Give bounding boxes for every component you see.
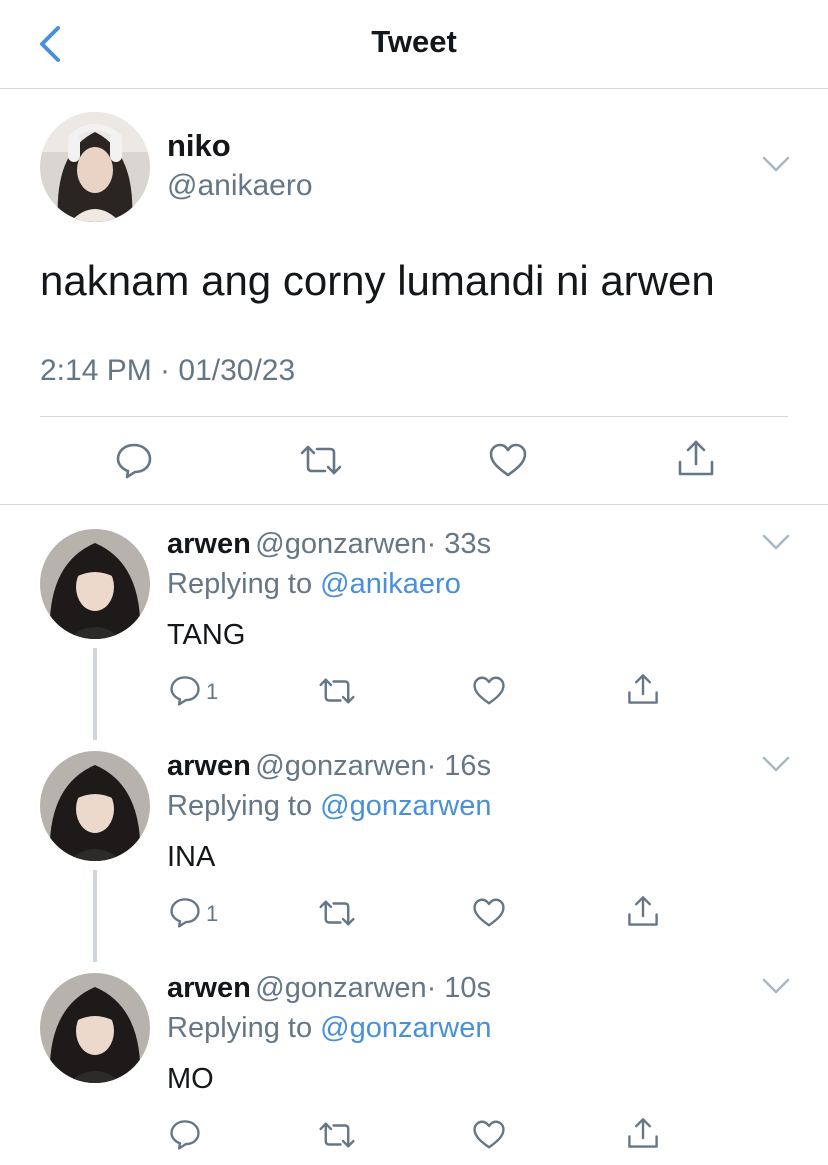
retweet-icon[interactable] [318, 1120, 356, 1150]
reply-time: · 16s [426, 750, 492, 782]
reply-header: arwen @gonzarwen· 33s [167, 528, 491, 561]
avatar[interactable] [40, 529, 150, 639]
like-icon[interactable] [472, 675, 506, 706]
replying-to: Replying to @gonzarwen [167, 1012, 491, 1045]
share-icon[interactable] [626, 894, 660, 928]
chevron-down-icon[interactable] [760, 530, 792, 554]
reply-icon[interactable] [169, 674, 201, 706]
replying-to: Replying to @anikaero [167, 568, 461, 601]
like-icon[interactable] [472, 1119, 506, 1150]
page-title: Tweet [371, 24, 457, 59]
author-handle[interactable]: @anikaero [167, 169, 313, 203]
like-icon[interactable] [488, 442, 528, 478]
reply-author-name[interactable]: arwen [167, 750, 251, 782]
reply-author-name[interactable]: arwen [167, 972, 251, 1004]
author-name[interactable]: niko [167, 128, 231, 164]
reply-author-handle[interactable]: @gonzarwen [255, 750, 426, 782]
thread-line [93, 648, 97, 740]
replying-to: Replying to @gonzarwen [167, 790, 491, 823]
divider [40, 416, 788, 417]
reply-author-handle[interactable]: @gonzarwen [255, 528, 426, 560]
reply-author-handle[interactable]: @gonzarwen [255, 972, 426, 1004]
retweet-icon[interactable] [318, 898, 356, 928]
replying-label: Replying to [167, 790, 313, 822]
reply-header: arwen @gonzarwen· 10s [167, 972, 491, 1005]
avatar[interactable] [40, 751, 150, 861]
reply-time: · 10s [426, 972, 492, 1004]
reply-text: INA [167, 841, 216, 873]
thread-line [93, 870, 97, 962]
tweet-timestamp: 2:14 PM · 01/30/23 [40, 354, 296, 387]
reply-text: MO [167, 1063, 214, 1095]
reply-count: 1 [206, 679, 219, 704]
reply-time: · 33s [426, 528, 492, 560]
share-icon[interactable] [626, 672, 660, 706]
retweet-icon[interactable] [318, 676, 356, 706]
replying-label: Replying to [167, 1012, 313, 1044]
reply-icon[interactable] [169, 896, 201, 928]
replying-label: Replying to [167, 568, 313, 600]
header: Tweet [0, 0, 828, 89]
chevron-down-icon[interactable] [760, 974, 792, 998]
reply-text: TANG [167, 619, 246, 651]
replying-mention[interactable]: @gonzarwen [320, 1012, 491, 1044]
reply-header: arwen @gonzarwen· 16s [167, 750, 491, 783]
reply-count: 1 [206, 901, 219, 926]
replying-mention[interactable]: @anikaero [320, 568, 461, 600]
chevron-down-icon[interactable] [760, 752, 792, 776]
reply-author-name[interactable]: arwen [167, 528, 251, 560]
divider [0, 504, 828, 505]
retweet-icon[interactable] [299, 443, 343, 477]
share-icon[interactable] [676, 438, 716, 478]
avatar[interactable] [40, 112, 150, 222]
tweet-text: naknam ang corny lumandi ni arwen [40, 257, 715, 304]
reply-icon[interactable] [169, 1118, 201, 1150]
like-icon[interactable] [472, 897, 506, 928]
replying-mention[interactable]: @gonzarwen [320, 790, 491, 822]
share-icon[interactable] [626, 1116, 660, 1150]
avatar[interactable] [40, 973, 150, 1083]
chevron-down-icon[interactable] [760, 152, 792, 176]
reply-icon[interactable] [115, 441, 153, 479]
